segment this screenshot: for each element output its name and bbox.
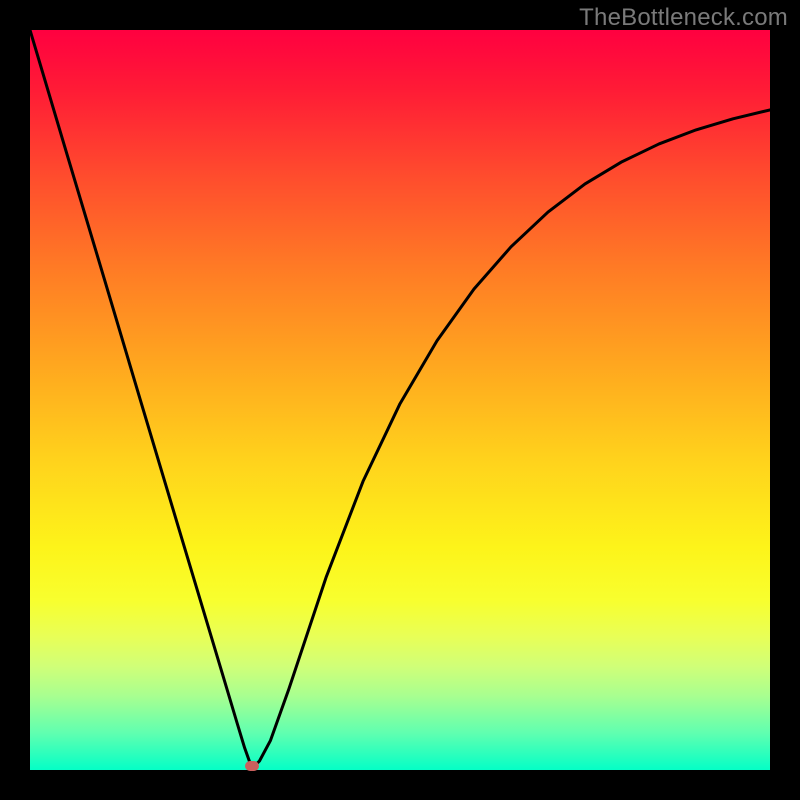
bottleneck-curve [30, 30, 770, 769]
curve-svg [30, 30, 770, 770]
optimum-marker [245, 761, 259, 771]
chart-frame: TheBottleneck.com [0, 0, 800, 800]
watermark-text: TheBottleneck.com [579, 4, 788, 32]
plot-area [30, 30, 770, 770]
